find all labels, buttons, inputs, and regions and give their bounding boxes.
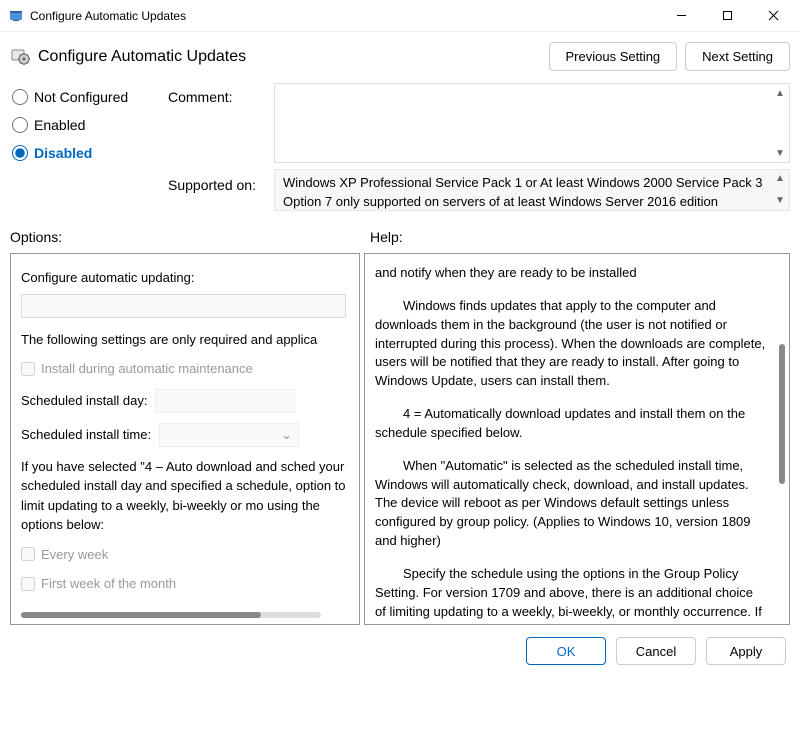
radio-input-enabled[interactable] xyxy=(12,117,28,133)
options-scrollbar-horizontal[interactable] xyxy=(21,612,321,618)
options-content: Configure automatic updating: The follow… xyxy=(21,268,349,594)
scroll-down-icon[interactable]: ▼ xyxy=(773,194,787,208)
options-paragraph: If you have selected "4 – Auto download … xyxy=(21,457,349,535)
checkbox-every-week[interactable] xyxy=(21,547,35,561)
help-label: Help: xyxy=(370,229,403,245)
radio-disabled[interactable]: Disabled xyxy=(12,145,162,161)
configure-dropdown[interactable] xyxy=(21,294,346,318)
scheduled-install-day-row: Scheduled install day: xyxy=(21,389,349,413)
checkbox-first-week[interactable] xyxy=(21,577,35,591)
close-button[interactable] xyxy=(750,0,796,32)
state-radios: Not Configured Enabled Disabled xyxy=(12,83,162,211)
checkbox-first-week-label: First week of the month xyxy=(41,574,176,594)
checkbox-install-maintenance-label: Install during automatic maintenance xyxy=(41,359,253,379)
radio-enabled[interactable]: Enabled xyxy=(12,117,162,133)
check-install-maintenance[interactable]: Install during automatic maintenance xyxy=(21,359,349,379)
radio-label-enabled: Enabled xyxy=(34,117,85,133)
label-column: Comment: Supported on: xyxy=(168,83,268,211)
policy-icon xyxy=(10,47,30,67)
radio-input-not-configured[interactable] xyxy=(12,89,28,105)
scheduled-install-time-row: Scheduled install time: xyxy=(21,423,349,447)
radio-label-not-configured: Not Configured xyxy=(34,89,128,105)
radio-input-disabled[interactable] xyxy=(12,145,28,161)
panels: Configure automatic updating: The follow… xyxy=(0,253,800,625)
maximize-button[interactable] xyxy=(704,0,750,32)
header: Configure Automatic Updates Previous Set… xyxy=(0,32,800,77)
scroll-up-icon[interactable]: ▲ xyxy=(773,172,787,186)
section-labels: Options: Help: xyxy=(0,213,800,253)
help-text-5: Specify the schedule using the options i… xyxy=(375,565,767,625)
help-panel: and notify when they are ready to be ins… xyxy=(364,253,790,625)
comment-textarea[interactable]: ▲ ▼ xyxy=(274,83,790,163)
supported-on-value: Windows XP Professional Service Pack 1 o… xyxy=(283,175,763,209)
policy-title: Configure Automatic Updates xyxy=(38,48,541,66)
scheduled-install-time-label: Scheduled install time: xyxy=(21,425,151,445)
help-scrollbar-thumb[interactable] xyxy=(779,344,785,484)
minimize-button[interactable] xyxy=(658,0,704,32)
scroll-up-icon[interactable]: ▲ xyxy=(773,86,787,100)
scheduled-install-day-field[interactable] xyxy=(155,389,295,413)
apply-button[interactable]: Apply xyxy=(706,637,786,665)
supported-on-text: Windows XP Professional Service Pack 1 o… xyxy=(274,169,790,211)
previous-setting-button[interactable]: Previous Setting xyxy=(549,42,678,71)
comment-label: Comment: xyxy=(168,89,268,105)
radio-label-disabled: Disabled xyxy=(34,145,92,161)
scheduled-install-day-label: Scheduled install day: xyxy=(21,391,147,411)
footer: OK Cancel Apply xyxy=(0,625,800,677)
window-title: Configure Automatic Updates xyxy=(30,9,658,23)
ok-button[interactable]: OK xyxy=(526,637,606,665)
options-panel: Configure automatic updating: The follow… xyxy=(10,253,360,625)
help-text-1: and notify when they are ready to be ins… xyxy=(375,264,767,283)
options-scrollbar-thumb[interactable] xyxy=(21,612,261,618)
config-grid: Not Configured Enabled Disabled Comment:… xyxy=(0,77,800,213)
app-icon xyxy=(8,8,24,24)
check-every-week[interactable]: Every week xyxy=(21,545,349,565)
scheduled-install-time-dropdown[interactable] xyxy=(159,423,299,447)
checkbox-install-maintenance[interactable] xyxy=(21,362,35,376)
help-text-3: 4 = Automatically download updates and i… xyxy=(375,405,767,443)
options-note: The following settings are only required… xyxy=(21,330,349,350)
options-label: Options: xyxy=(10,229,370,245)
next-setting-button[interactable]: Next Setting xyxy=(685,42,790,71)
titlebar: Configure Automatic Updates xyxy=(0,0,800,32)
configure-label: Configure automatic updating: xyxy=(21,268,349,288)
supported-label: Supported on: xyxy=(168,177,268,193)
scroll-down-icon[interactable]: ▼ xyxy=(773,146,787,160)
check-first-week[interactable]: First week of the month xyxy=(21,574,349,594)
cancel-button[interactable]: Cancel xyxy=(616,637,696,665)
help-text-4: When "Automatic" is selected as the sche… xyxy=(375,457,767,551)
help-text-2: Windows finds updates that apply to the … xyxy=(375,297,767,391)
help-scrollbar-vertical[interactable] xyxy=(779,264,785,614)
checkbox-every-week-label: Every week xyxy=(41,545,108,565)
radio-not-configured[interactable]: Not Configured xyxy=(12,89,162,105)
field-column: ▲ ▼ Windows XP Professional Service Pack… xyxy=(274,83,790,211)
